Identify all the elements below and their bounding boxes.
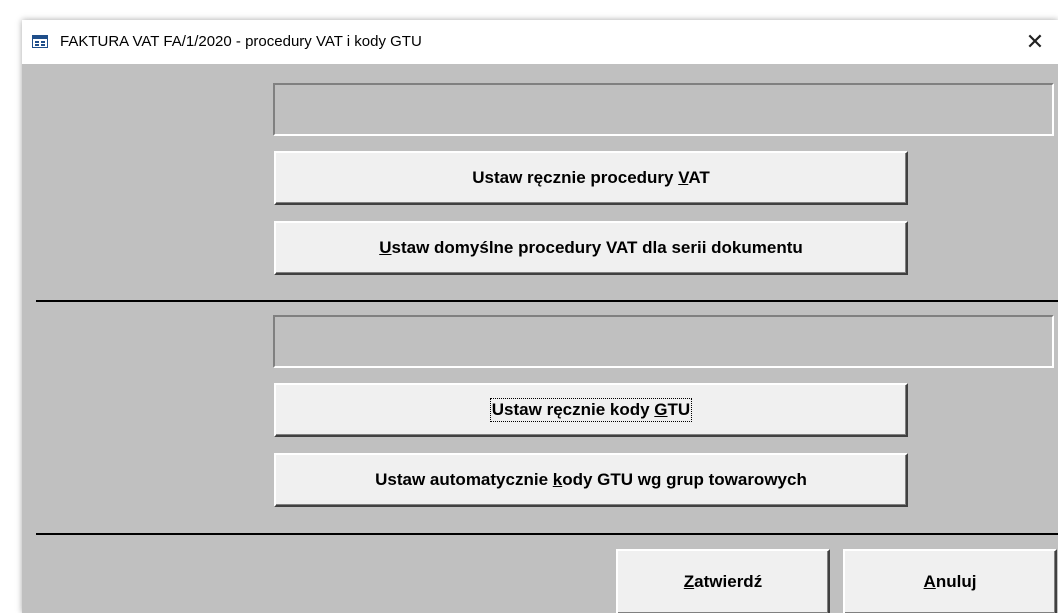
set-vat-procedures-manually-label: Ustaw ręcznie procedury VAT bbox=[472, 168, 710, 187]
set-default-vat-procedures-label: Ustaw domyślne procedury VAT dla serii d… bbox=[379, 238, 803, 257]
set-gtu-codes-automatically-label: Ustaw automatycznie kody GTU wg grup tow… bbox=[375, 470, 807, 489]
footer-divider bbox=[36, 533, 1058, 535]
section-divider bbox=[36, 300, 1058, 302]
dialog-window: FAKTURA VAT FA/1/2020 - procedury VAT i … bbox=[22, 20, 1058, 613]
window-form-icon bbox=[32, 35, 48, 48]
window-title: FAKTURA VAT FA/1/2020 - procedury VAT i … bbox=[60, 33, 422, 50]
title-bar: FAKTURA VAT FA/1/2020 - procedury VAT i … bbox=[22, 20, 1058, 64]
vat-procedures-display bbox=[273, 83, 1054, 136]
set-vat-procedures-manually-button[interactable]: Ustaw ręcznie procedury VAT bbox=[274, 151, 908, 205]
set-gtu-codes-automatically-button[interactable]: Ustaw automatycznie kody GTU wg grup tow… bbox=[274, 453, 908, 507]
cancel-button[interactable]: Anuluj bbox=[843, 549, 1057, 613]
set-gtu-codes-manually-button[interactable]: Ustaw ręcznie kody GTU bbox=[274, 383, 908, 437]
gtu-codes-display bbox=[273, 315, 1054, 368]
close-icon[interactable]: ✕ bbox=[1012, 20, 1058, 64]
set-gtu-codes-manually-label: Ustaw ręcznie kody GTU bbox=[489, 398, 693, 422]
cancel-button-label: Anuluj bbox=[923, 572, 977, 591]
confirm-button[interactable]: Zatwierdź bbox=[616, 549, 830, 613]
set-default-vat-procedures-button[interactable]: Ustaw domyślne procedury VAT dla serii d… bbox=[274, 221, 908, 275]
confirm-button-label: Zatwierdź bbox=[683, 572, 763, 591]
